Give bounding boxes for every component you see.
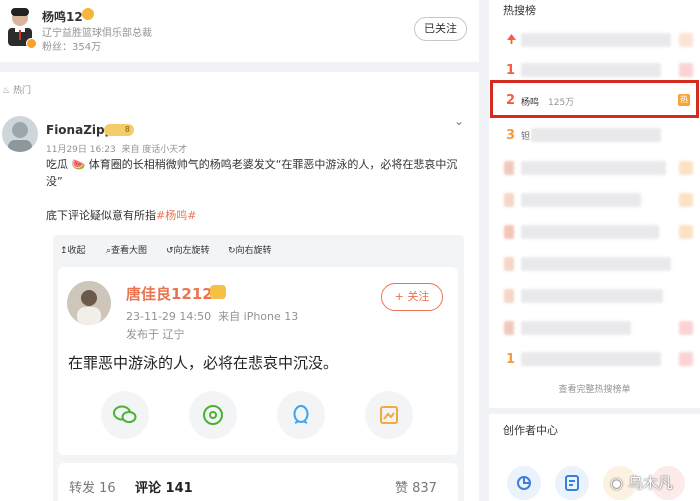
hot-row-10[interactable]: 1 xyxy=(489,347,700,371)
post-card: ♨ 热门 FionaZipp 8 11月29日 16:23 来自 度话小天才 ⌄… xyxy=(0,72,479,501)
hot-search-panel: 热搜榜 1 2 杨鸣 125万 热 3 钽 1 查看完整热搜榜单 xyxy=(489,0,700,408)
hot-row-blurred[interactable] xyxy=(489,316,700,340)
followers-count: 354万 xyxy=(72,42,102,53)
view-large-button[interactable]: ⌕查看大图 xyxy=(106,243,147,256)
followers-row: 粉丝：354万 xyxy=(42,38,101,53)
post-text: 吃瓜 🍉 体育圈的长相稍微帅气的杨鸣老婆发文“在罪恶中游泳的人，必将在悲哀中沉 … xyxy=(46,156,466,224)
post-source: 来自 度话小天才 xyxy=(121,145,188,155)
fire-icon: ♨ xyxy=(2,86,11,96)
embedded-meta: 23-11-29 14:50 来自 iPhone 13 xyxy=(126,310,299,323)
hot-section-label: ♨ 热门 xyxy=(2,86,31,96)
embedded-vip-icon xyxy=(210,285,226,299)
rotate-left-button[interactable]: ↺向左旋转 xyxy=(166,243,210,256)
hot-row-name: 杨鸣 xyxy=(521,98,540,108)
rotate-right-button[interactable]: ↻向右旋转 xyxy=(228,243,272,256)
hot-row-pinned[interactable] xyxy=(489,28,700,52)
embedded-comment-count: 评论 141 xyxy=(135,481,193,496)
profile-title: 辽宁益胜篮球俱乐部总裁 xyxy=(42,28,152,39)
hot-row-1[interactable]: 1 xyxy=(489,58,700,82)
post-image[interactable]: 唐佳良1212 23-11-29 14:50 来自 iPhone 13 发布于 … xyxy=(53,263,464,501)
post-author-avatar[interactable] xyxy=(2,116,38,152)
vip-crown-icon xyxy=(82,8,94,20)
embedded-author: 唐佳良1212 xyxy=(126,285,213,303)
post-more-chevron-icon[interactable]: ⌄ xyxy=(454,114,464,128)
embedded-location: 发布于 辽宁 xyxy=(126,328,185,341)
pin-icon xyxy=(507,34,516,44)
followed-button[interactable]: 已关注 xyxy=(414,17,467,41)
hot-row-partial: 钽 xyxy=(521,132,531,142)
embedded-like-count: 赞 837 xyxy=(395,481,437,496)
profile-card: 杨鸣12 辽宁益胜篮球俱乐部总裁 粉丝：354万 已关注 xyxy=(0,0,479,62)
watermark: ◉ 乌木凡 xyxy=(610,474,673,492)
hot-row-2-highlight[interactable]: 2 杨鸣 125万 热 xyxy=(490,80,699,118)
embedded-text: 在罪恶中游泳的人，必将在悲哀中沉没。 xyxy=(68,354,339,372)
vip-level-badge: 8 xyxy=(104,124,134,136)
hot-row-rank: 1 xyxy=(506,63,516,78)
hot-row-3[interactable]: 3 钽 xyxy=(489,123,700,147)
collapse-button[interactable]: ↥收起 xyxy=(60,243,86,256)
wechat-share-icon xyxy=(101,391,149,439)
post-meta: 11月29日 16:23 来自 度话小天才 xyxy=(46,142,187,155)
embedded-repost-count: 转发 16 xyxy=(69,481,116,496)
hot-badge: 热 xyxy=(678,94,690,106)
hot-row-blurred[interactable] xyxy=(489,188,700,212)
post-text-line1: 吃瓜 🍉 体育圈的长相稍微帅气的杨鸣老婆发文“在罪恶中游泳的人，必将在悲哀中沉 xyxy=(46,158,458,171)
hot-row-blurred[interactable] xyxy=(489,220,700,244)
embedded-avatar xyxy=(67,281,111,325)
profile-name[interactable]: 杨鸣12 xyxy=(42,8,83,25)
creator-center-title: 创作者中心 xyxy=(503,424,558,437)
creator-stats-icon[interactable] xyxy=(507,466,541,500)
view-full-hot-list-link[interactable]: 查看完整热搜榜单 xyxy=(489,382,700,395)
creator-content-icon[interactable] xyxy=(555,466,589,500)
moments-share-icon xyxy=(189,391,237,439)
hot-row-count: 125万 xyxy=(548,98,575,108)
hot-row-rank: 3 xyxy=(506,128,516,143)
post-text-line2: 没” xyxy=(46,175,63,188)
save-image-icon xyxy=(365,391,413,439)
verified-badge-icon xyxy=(26,38,37,49)
embedded-follow-button: + 关注 xyxy=(381,283,443,311)
weibo-logo-icon: ◉ xyxy=(610,474,624,492)
hot-row-blurred[interactable] xyxy=(489,252,700,276)
qq-share-icon xyxy=(277,391,325,439)
post-time[interactable]: 11月29日 16:23 xyxy=(46,145,116,155)
post-text-line3: 底下评论疑似意有所指#杨鸣# xyxy=(46,209,197,222)
followers-label: 粉丝： xyxy=(42,42,72,53)
hot-search-title: 热搜榜 xyxy=(503,4,536,17)
hot-row-rank: 2 xyxy=(506,93,516,108)
hashtag-link[interactable]: #杨鸣# xyxy=(156,209,196,222)
hot-row-blurred[interactable] xyxy=(489,156,700,180)
hot-row-blurred[interactable] xyxy=(489,284,700,308)
hot-row-rank: 1 xyxy=(506,352,516,367)
